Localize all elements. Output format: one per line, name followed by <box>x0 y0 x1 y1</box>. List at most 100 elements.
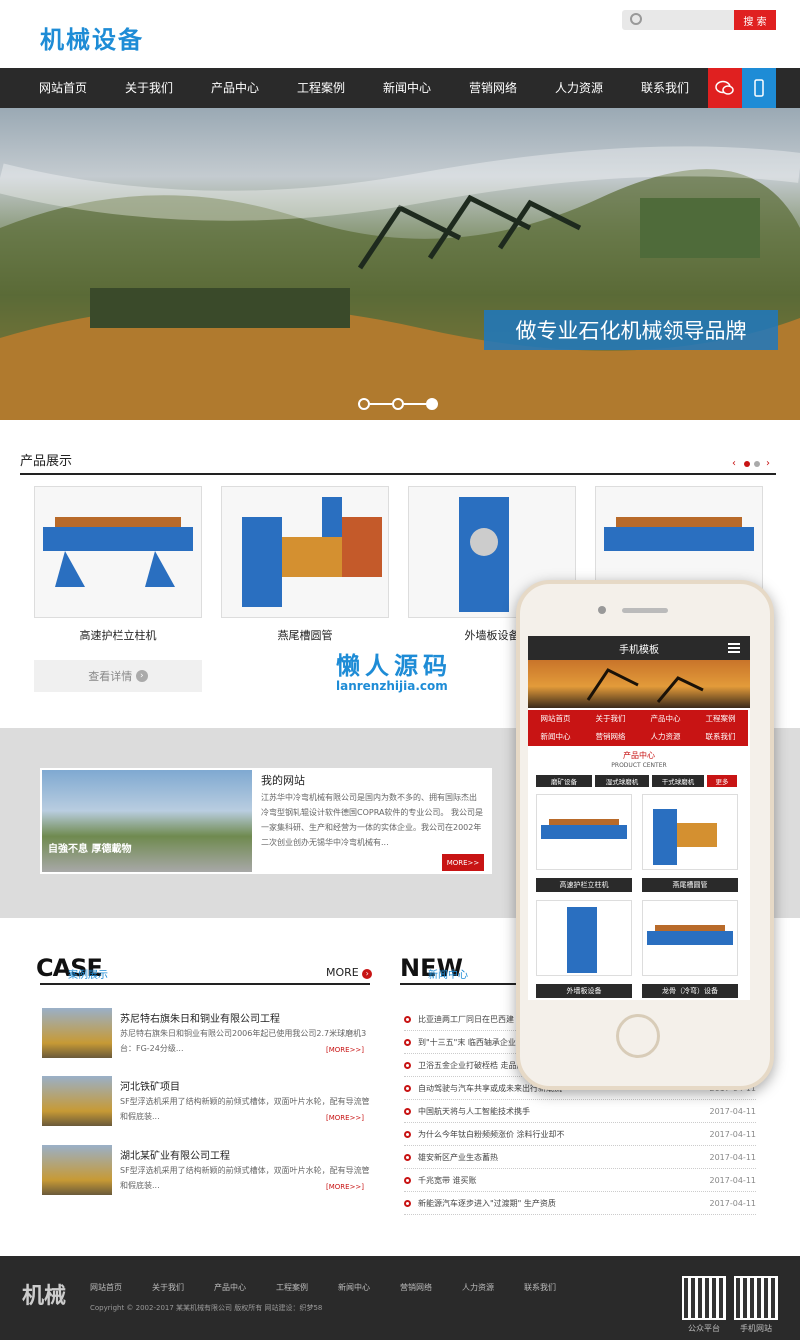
mobile-nav-item[interactable]: 人力资源 <box>638 728 693 746</box>
phone-home-button <box>616 1014 660 1058</box>
search-button[interactable]: 搜 索 <box>734 10 776 30</box>
bullet-icon <box>404 1038 411 1046</box>
mobile-tab[interactable]: 干式球磨机 <box>652 775 704 787</box>
news-date: 2017-04-11 <box>709 1106 757 1116</box>
news-subheading: 新闻中心 <box>428 970 468 981</box>
about-image-text: 自強不息 厚德載物 <box>48 844 132 855</box>
mobile-product-label[interactable]: 高速护栏立柱机 <box>536 878 632 892</box>
qr-code-wechat <box>682 1276 726 1320</box>
news-item[interactable]: 中国航天将与人工智能技术携手 2017-04-11 <box>404 1100 756 1123</box>
case-title[interactable]: 苏尼特右旗朱日和铜业有限公司工程 <box>120 1010 280 1025</box>
slider-connector <box>404 403 426 405</box>
news-title[interactable]: 中国航天将与人工智能技术携手 <box>418 1106 530 1117</box>
case-more-button[interactable]: [MORE>>] <box>326 1114 364 1122</box>
carousel-dot-icon[interactable] <box>744 461 750 467</box>
mobile-section-title: 产品中心 <box>623 751 655 760</box>
nav-item-products[interactable]: 产品中心 <box>192 68 278 108</box>
watermark-title: 懒人源码 <box>336 652 452 680</box>
product-card[interactable] <box>221 486 389 618</box>
case-title[interactable]: 湖北某矿业有限公司工程 <box>120 1147 230 1162</box>
about-more-button[interactable]: MORE>> <box>442 854 484 871</box>
wechat-icon[interactable] <box>708 68 742 108</box>
product-name[interactable]: 燕尾槽圆管 <box>221 627 389 643</box>
arrow-circle-icon: › <box>135 670 148 682</box>
about-text: 江苏华中冷弯机械有限公司是国内为数不多的、拥有国际杰出冷弯型钢轧辊设计软件德国C… <box>261 793 483 847</box>
mobile-product-image[interactable] <box>536 794 632 870</box>
nav-item-network[interactable]: 营销网络 <box>450 68 536 108</box>
mobile-icon[interactable] <box>742 68 776 108</box>
search-icon <box>630 13 642 25</box>
mobile-tab-more[interactable]: 更多 <box>707 775 737 787</box>
news-title[interactable]: 为什么今年钛白粉频频涨价 涂料行业却不 <box>418 1129 565 1140</box>
mobile-nav-item[interactable]: 新闻中心 <box>528 728 583 746</box>
bullet-icon <box>404 1015 411 1023</box>
divider <box>20 473 776 475</box>
footer-link[interactable]: 人力资源 <box>462 1282 494 1293</box>
footer-link[interactable]: 营销网络 <box>400 1282 432 1293</box>
carousel-prev-icon[interactable]: ‹ <box>732 458 736 469</box>
bullet-icon <box>404 1176 411 1184</box>
case-image[interactable] <box>42 1145 112 1195</box>
divider <box>40 983 370 985</box>
footer-link[interactable]: 工程案例 <box>276 1282 308 1293</box>
news-title[interactable]: 千兆宽带 谁买账 <box>418 1175 477 1186</box>
nav-item-news[interactable]: 新闻中心 <box>364 68 450 108</box>
mobile-header: 手机模板 <box>528 636 750 660</box>
mobile-product-image[interactable] <box>642 900 738 976</box>
bullet-icon <box>404 1061 411 1069</box>
site-logo[interactable]: 机械设备 <box>40 20 144 55</box>
news-title[interactable]: 雄安新区产业生态蓄热 <box>418 1152 498 1163</box>
footer-link[interactable]: 关于我们 <box>152 1282 184 1293</box>
mobile-nav-item[interactable]: 网站首页 <box>528 710 583 728</box>
slider-dot-2[interactable] <box>392 398 404 410</box>
bullet-icon <box>404 1130 411 1138</box>
about-title: 我的网站 <box>261 774 305 787</box>
mobile-product-image[interactable] <box>536 900 632 976</box>
news-title[interactable]: 比亚迪两工厂同日在巴西建 <box>418 1014 514 1025</box>
footer-link[interactable]: 联系我们 <box>524 1282 556 1293</box>
mobile-product-label[interactable]: 龙骨（冷弯）设备 <box>642 984 738 998</box>
mobile-tab[interactable]: 磨矿设备 <box>536 775 592 787</box>
carousel-dot-icon[interactable] <box>754 461 760 467</box>
hero-banner <box>0 108 800 420</box>
nav-item-about[interactable]: 关于我们 <box>106 68 192 108</box>
news-item[interactable]: 雄安新区产业生态蓄热 2017-04-11 <box>404 1146 756 1169</box>
case-more-button[interactable]: [MORE>>] <box>326 1183 364 1191</box>
case-more-button[interactable]: [MORE>>] <box>326 1046 364 1054</box>
slider-dot-1[interactable] <box>358 398 370 410</box>
mobile-product-label[interactable]: 燕尾槽圆管 <box>642 878 738 892</box>
news-item[interactable]: 为什么今年钛白粉频频涨价 涂料行业却不 2017-04-11 <box>404 1123 756 1146</box>
mobile-nav-item[interactable]: 产品中心 <box>638 710 693 728</box>
menu-icon[interactable] <box>728 643 740 653</box>
slider-dot-3[interactable] <box>426 398 438 410</box>
case-image[interactable] <box>42 1008 112 1058</box>
mobile-banner <box>528 660 750 708</box>
footer-link[interactable]: 网站首页 <box>90 1282 122 1293</box>
news-item[interactable]: 新能源汽车逐步进入"过渡期" 生产资质 2017-04-11 <box>404 1192 756 1215</box>
mobile-nav-item[interactable]: 工程案例 <box>693 710 748 728</box>
carousel-next-icon[interactable]: › <box>766 458 770 469</box>
case-image[interactable] <box>42 1076 112 1126</box>
news-item[interactable]: 千兆宽带 谁买账 2017-04-11 <box>404 1169 756 1192</box>
nav-item-home[interactable]: 网站首页 <box>20 68 106 108</box>
mobile-product-image[interactable] <box>642 794 738 870</box>
mobile-nav-item[interactable]: 关于我们 <box>583 710 638 728</box>
mobile-nav-item[interactable]: 联系我们 <box>693 728 748 746</box>
news-title[interactable]: 新能源汽车逐步进入"过渡期" 生产资质 <box>418 1198 556 1209</box>
nav-item-cases[interactable]: 工程案例 <box>278 68 364 108</box>
news-date: 2017-04-11 <box>709 1152 757 1162</box>
product-card[interactable] <box>34 486 202 618</box>
mobile-product-label[interactable]: 外墙板设备 <box>536 984 632 998</box>
nav-item-contact[interactable]: 联系我们 <box>622 68 708 108</box>
news-title[interactable]: 到"十三五"末 临西轴承企业 <box>418 1037 516 1048</box>
view-details-button[interactable]: 查看详情 › <box>34 660 202 692</box>
mobile-nav-item[interactable]: 营销网络 <box>583 728 638 746</box>
case-title[interactable]: 河北铁矿项目 <box>120 1078 180 1093</box>
slider-connector <box>370 403 392 405</box>
footer-link[interactable]: 产品中心 <box>214 1282 246 1293</box>
mobile-tab[interactable]: 湿式球磨机 <box>595 775 649 787</box>
product-name[interactable]: 高速护栏立柱机 <box>34 627 202 643</box>
footer-link[interactable]: 新闻中心 <box>338 1282 370 1293</box>
case-more-link[interactable]: MORE › <box>326 966 373 979</box>
nav-item-hr[interactable]: 人力资源 <box>536 68 622 108</box>
